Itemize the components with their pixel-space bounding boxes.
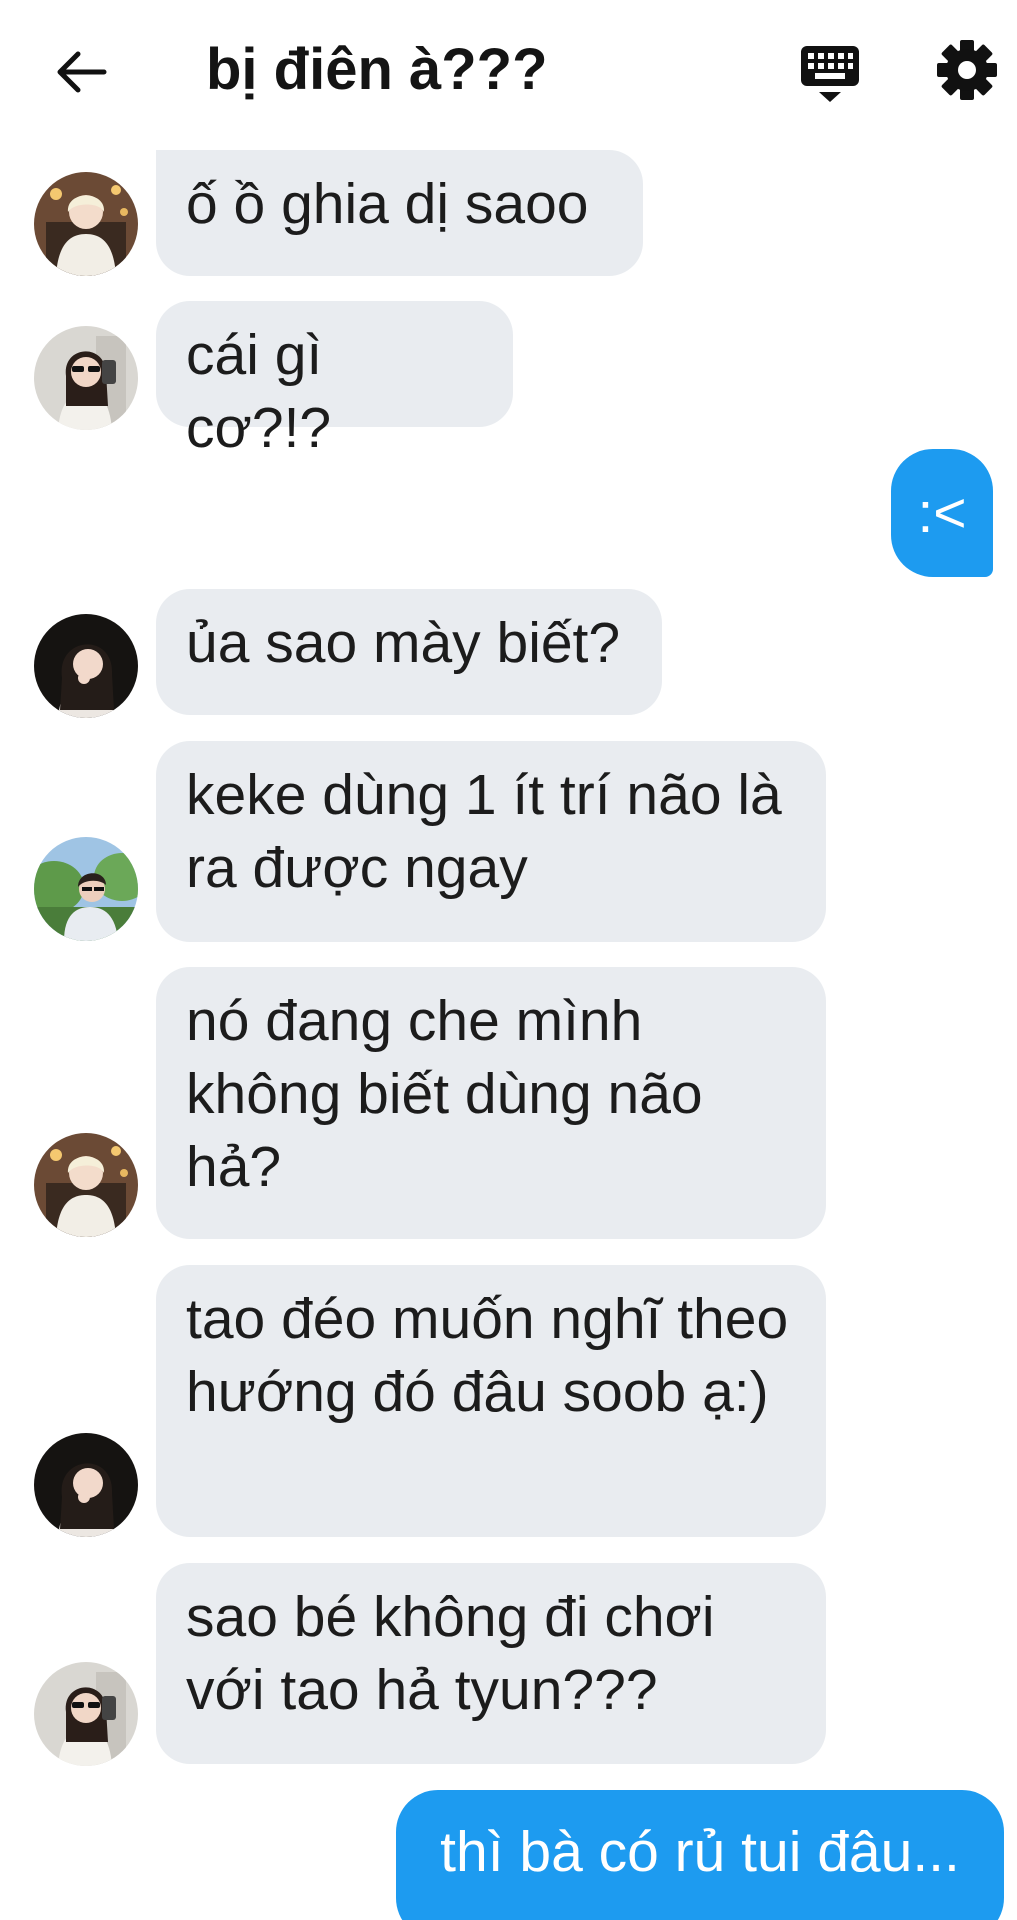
chat-title: bị điên à??? [206, 37, 548, 102]
avatar-blonde-girl[interactable] [34, 1133, 138, 1237]
keyboard-button[interactable] [795, 40, 865, 106]
chat-header: bị điên à??? [0, 0, 1017, 145]
keyboard-icon [801, 46, 859, 102]
incoming-message[interactable]: keke dùng 1 ít trí não là ra được ngay [156, 741, 826, 942]
avatar-girl-dark-hair[interactable] [34, 1433, 138, 1537]
settings-button[interactable] [935, 38, 999, 102]
back-button[interactable] [50, 42, 114, 102]
outgoing-message[interactable]: thì bà có rủ tui đâu... [396, 1790, 1004, 1920]
incoming-message[interactable]: sao bé không đi chơi với tao hả tyun??? [156, 1563, 826, 1764]
incoming-message[interactable]: nó đang che mình không biết dùng não hả? [156, 967, 826, 1239]
incoming-message[interactable]: ủa sao mày biết? [156, 589, 662, 715]
outgoing-message[interactable]: :< [891, 449, 993, 577]
avatar-blonde-girl[interactable] [34, 172, 138, 276]
avatar-boy-outdoor[interactable] [34, 837, 138, 941]
incoming-message[interactable]: ố ồ ghia dị saoo [156, 150, 643, 276]
arrow-left-icon [57, 51, 107, 93]
avatar-girl-sunglasses[interactable] [34, 1662, 138, 1766]
incoming-message[interactable]: cái gì cơ?!? [156, 301, 513, 460]
incoming-message[interactable]: tao đéo muốn nghĩ theo hướng đó đâu soob… [156, 1265, 826, 1537]
gear-icon [937, 40, 997, 100]
avatar-girl-dark-hair[interactable] [34, 614, 138, 718]
avatar-girl-sunglasses[interactable] [34, 326, 138, 430]
